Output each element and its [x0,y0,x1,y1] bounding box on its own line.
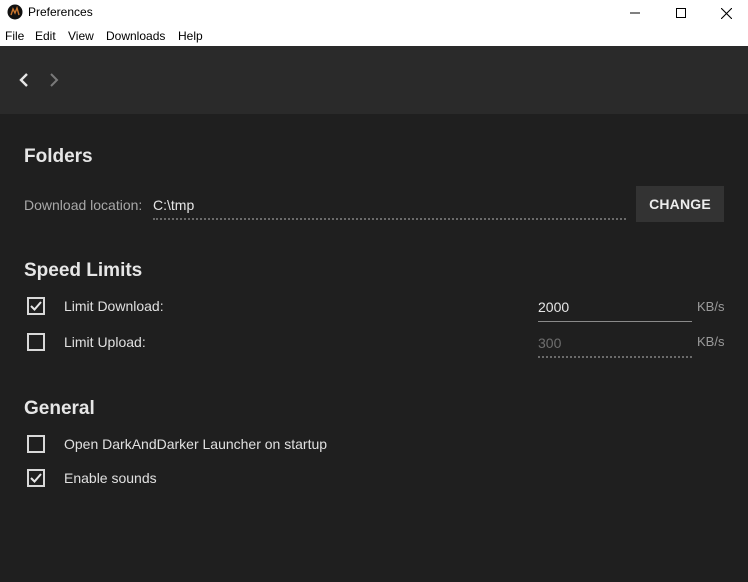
close-icon [720,7,732,19]
menu-help[interactable]: Help [178,28,203,44]
menu-view[interactable]: View [68,28,94,44]
folders-heading: Folders [24,146,93,167]
menu-bar: File Edit View Downloads Help [0,26,748,46]
back-button[interactable] [17,71,31,89]
download-location-value: C:\tmp [153,197,195,213]
title-bar: Preferences [0,0,748,26]
close-button[interactable] [703,0,748,26]
limit-upload-input[interactable]: 300 [538,334,692,358]
change-button[interactable]: CHANGE [636,186,724,222]
general-heading: General [24,398,95,419]
maximize-icon [676,8,686,18]
maximize-button[interactable] [658,0,704,26]
enable-sounds-label: Enable sounds [64,470,157,486]
limit-download-unit: KB/s [697,299,725,314]
speed-limits-heading: Speed Limits [24,260,143,281]
open-on-startup-label: Open DarkAndDarker Launcher on startup [64,436,328,452]
limit-download-input[interactable]: 2000 [538,298,692,322]
open-on-startup-checkbox[interactable] [27,435,45,453]
minimize-icon [630,12,640,14]
limit-download-checkbox[interactable] [27,297,45,315]
chevron-left-icon [19,73,28,87]
download-location-label: Download location: [24,197,143,213]
forward-button[interactable] [47,71,61,89]
limit-upload-label: Limit Upload: [64,334,146,350]
app-logo-icon [7,4,23,20]
menu-file[interactable]: File [5,28,24,44]
chevron-right-icon [50,73,59,87]
limit-upload-value: 300 [538,335,562,351]
enable-sounds-checkbox[interactable] [27,469,45,487]
checkmark-icon [30,301,42,311]
menu-edit[interactable]: Edit [35,28,56,44]
limit-upload-unit: KB/s [697,334,725,349]
limit-upload-checkbox[interactable] [27,333,45,351]
checkmark-icon [30,473,42,483]
navigation-bar [0,46,748,114]
minimize-button[interactable] [612,0,658,26]
preferences-content: Folders Download location: C:\tmp CHANGE… [0,114,748,582]
limit-download-value: 2000 [538,299,570,315]
download-location-field[interactable]: C:\tmp [153,196,626,220]
menu-downloads[interactable]: Downloads [106,28,165,44]
window-title: Preferences [28,5,93,19]
limit-download-label: Limit Download: [64,298,164,314]
